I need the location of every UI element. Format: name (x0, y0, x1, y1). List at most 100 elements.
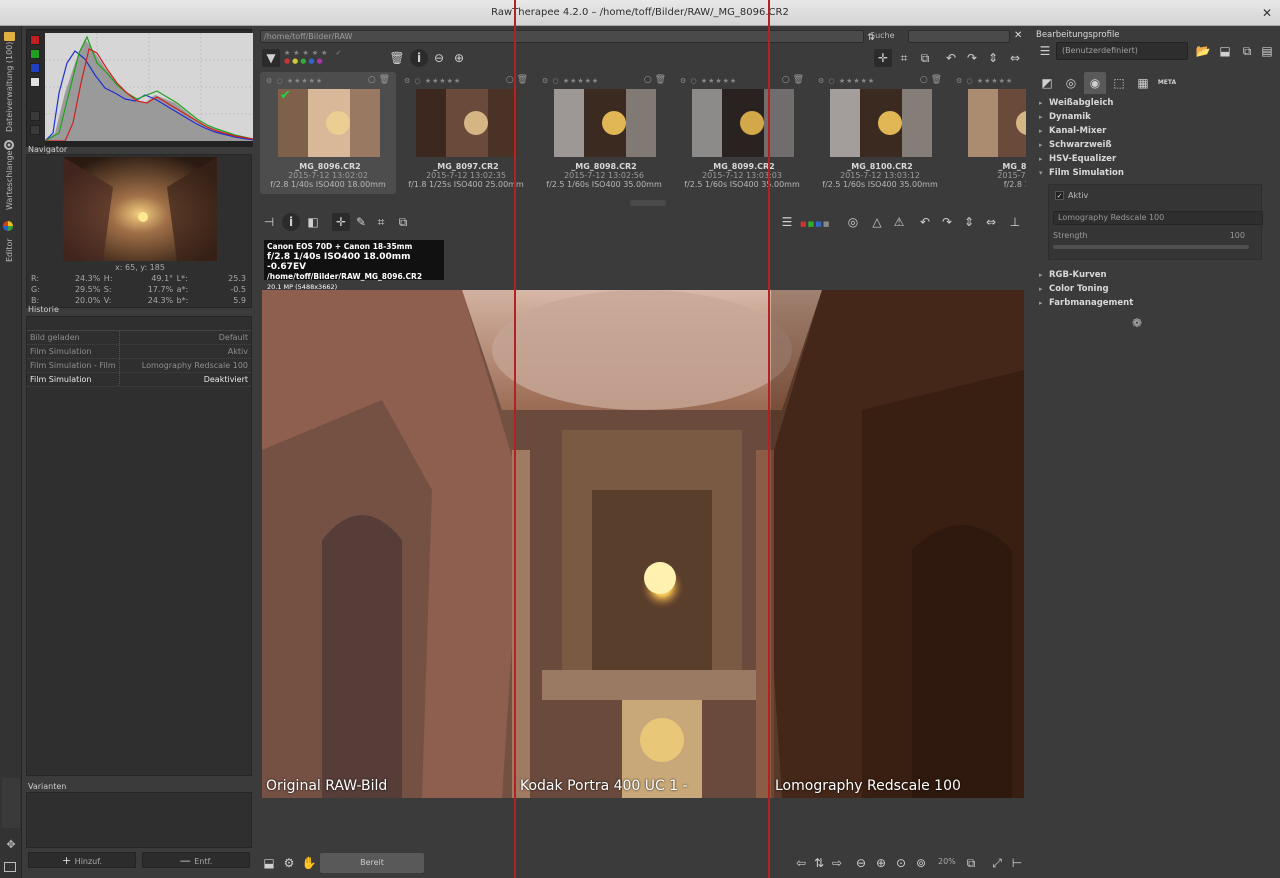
info-icon[interactable]: i (410, 49, 428, 67)
rotate-right-icon[interactable]: ↷ (963, 49, 981, 67)
thumbnail[interactable]: ⚙ ○ ★★★★★○ 🗑_MG_8102015-7-12f/2.8 1/ (950, 72, 1026, 194)
thumbnail[interactable]: ⚙ ○ ★★★★★ ○ 🗑 _MG_8098.CR2 2015-7-12 13:02:… (536, 72, 672, 194)
tool-expander[interactable]: RGB-Kurven (1036, 268, 1276, 282)
red-channel-toggle[interactable] (30, 35, 40, 45)
histogram-raw-toggle[interactable] (30, 111, 40, 121)
hide-right-panel-icon[interactable]: ⊢ (1008, 854, 1026, 872)
luminance-toggle[interactable] (30, 77, 40, 87)
detail-tab-icon[interactable]: ◎ (1060, 72, 1082, 94)
tool-expander[interactable]: Kanal-Mixer (1036, 124, 1276, 138)
trash-icon[interactable]: ○ 🗑 (506, 75, 528, 85)
focus-mask-icon[interactable]: ◎ (844, 213, 862, 231)
before-after-icon[interactable]: ◧ (304, 213, 322, 231)
fullscreen-icon[interactable] (2, 860, 20, 874)
flip-vertical-icon[interactable]: ⇕ (960, 213, 978, 231)
star-filter[interactable]: ★★★★★ ✓ ●●●●● (284, 49, 384, 67)
queue-icon[interactable]: ⚙ (280, 854, 298, 872)
remove-variant-button[interactable]: — Entf. (142, 852, 250, 868)
search-input[interactable] (908, 30, 1010, 43)
path-input[interactable]: /home/toff/Bilder/RAW (260, 30, 864, 43)
histogram-bar-toggle[interactable] (30, 125, 40, 135)
tab-editor[interactable]: Editor (2, 234, 20, 264)
zoom-100-icon[interactable]: ⊚ (912, 854, 930, 872)
metadata-tab-icon[interactable]: META (1156, 72, 1178, 94)
film-select[interactable]: Lomography Redscale 100 (1053, 211, 1263, 225)
zoom-fit-icon[interactable]: ⊙ (892, 854, 910, 872)
raw-tab-icon[interactable]: ▦ (1132, 72, 1154, 94)
thumbnail[interactable]: ⚙ ○ ★★★★★ ○ 🗑 ✔ _MG_8096.CR2 2015-7-12 13:02… (260, 72, 396, 194)
clear-search-icon[interactable]: ✕ (1014, 30, 1022, 41)
info-icon[interactable]: i (282, 213, 300, 231)
white-balance-picker-icon[interactable]: ✎ (352, 213, 370, 231)
paste-profile-icon[interactable]: ▤ (1258, 42, 1276, 60)
edit-external-icon[interactable]: ✋ (300, 854, 318, 872)
hide-left-panel-icon[interactable]: ⊣ (260, 213, 278, 231)
rating-stars[interactable]: ⚙ ○ ★★★★★ (818, 77, 875, 85)
save-icon[interactable]: ⬓ (260, 854, 278, 872)
trash-icon[interactable]: 🗑 (388, 49, 406, 67)
trash-icon[interactable]: ○ 🗑 (920, 75, 942, 85)
transform-tab-icon[interactable]: ⬚ (1108, 72, 1130, 94)
rating-stars[interactable]: ⚙ ○ ★★★★★ (266, 77, 323, 85)
color-wheel-icon[interactable] (2, 220, 20, 232)
zoom-out-icon[interactable]: ⊖ (430, 49, 448, 67)
panel-split-handle[interactable] (630, 200, 666, 206)
tool-expander[interactable]: Farbmanagement (1036, 296, 1276, 310)
sync-icon[interactable]: ⇅ (810, 854, 828, 872)
straighten-icon[interactable]: ⧉ (394, 213, 412, 231)
load-profile-icon[interactable]: 📂 (1194, 42, 1212, 60)
history-row[interactable]: Film Simulation Deaktiviert (27, 373, 251, 387)
add-variant-button[interactable]: + Hinzuf. (28, 852, 136, 868)
zoom-in-icon[interactable]: ⊕ (872, 854, 890, 872)
folder-icon[interactable] (2, 30, 20, 42)
color-tab-icon[interactable]: ◉ (1084, 72, 1106, 94)
history-row[interactable]: Film Simulation - Film Lomography Redscal… (27, 359, 251, 373)
rotate-left-icon[interactable]: ↶ (916, 213, 934, 231)
rotate-left-icon[interactable]: ↶ (942, 49, 960, 67)
strength-slider[interactable] (1053, 245, 1249, 249)
flip-vertical-icon[interactable]: ⇕ (984, 49, 1002, 67)
tool-expander[interactable]: HSV-Equalizer (1036, 152, 1276, 166)
profile-select[interactable]: (Benutzerdefiniert) (1056, 42, 1188, 60)
tool-expander[interactable]: Film Simulation (1036, 166, 1276, 180)
rating-stars[interactable]: ⚙ ○ ★★★★★ (680, 77, 737, 85)
strength-value[interactable]: 100 (1230, 231, 1245, 240)
next-image-icon[interactable]: ⇨ (828, 854, 846, 872)
resize-icon[interactable]: ⧉ (916, 49, 934, 67)
zoom-in-icon[interactable]: ⊕ (450, 49, 468, 67)
move-icon[interactable]: ✥ (2, 838, 20, 852)
zoom-out-icon[interactable]: ⊖ (852, 854, 870, 872)
rating-stars[interactable]: ⚙ ○ ★★★★★ (956, 77, 1013, 85)
history-row[interactable]: Film Simulation Aktiv (27, 345, 251, 359)
trash-icon[interactable]: ○ 🗑 (644, 75, 666, 85)
hand-tool-icon[interactable]: ✛ (332, 213, 350, 231)
copy-profile-icon[interactable]: ⧉ (1238, 42, 1256, 60)
tool-expander[interactable]: Color Toning (1036, 282, 1276, 296)
close-icon[interactable]: ✕ (1262, 0, 1272, 26)
tab-queue[interactable]: Warteschlange (2, 151, 20, 212)
rotate-right-icon[interactable]: ↷ (938, 213, 956, 231)
history-row[interactable]: Bild geladen Default (27, 331, 251, 345)
trash-icon[interactable]: ○ 🗑 (368, 75, 390, 85)
green-channel-toggle[interactable] (30, 49, 40, 59)
save-profile-icon[interactable]: ⬓ (1216, 42, 1234, 60)
flip-horizontal-icon[interactable]: ⇔ (1006, 49, 1024, 67)
crop-tool-icon[interactable]: ⌗ (372, 213, 390, 231)
exposure-tab-icon[interactable]: ◩ (1036, 72, 1058, 94)
film-simulation-enable[interactable]: ✓ Aktiv (1055, 191, 1088, 200)
highlight-clipping-icon[interactable]: ⚠ (890, 213, 908, 231)
filter-icon[interactable]: ▼ (262, 49, 280, 67)
thumbnail[interactable]: ⚙ ○ ★★★★★ ○ 🗑 _MG_8099.CR2 2015-7-12 13:03:… (674, 72, 810, 194)
rating-stars[interactable]: ⚙ ○ ★★★★★ (404, 77, 461, 85)
trash-icon[interactable]: ○ 🗑 (782, 75, 804, 85)
hide-top-panel-icon[interactable]: ⊥ (1006, 213, 1024, 231)
preview-mode-icon[interactable]: ☰ (778, 213, 796, 231)
tool-expander[interactable]: Schwarzweiß (1036, 138, 1276, 152)
tool-expander[interactable]: Dynamik (1036, 110, 1276, 124)
checkbox-icon[interactable]: ✓ (1055, 191, 1064, 200)
shadow-clipping-icon[interactable]: △ (868, 213, 886, 231)
tab-file-browser[interactable]: Dateiverwaltung (100) (2, 42, 20, 136)
navigator-thumbnail[interactable] (63, 157, 217, 261)
thumbnail[interactable]: ⚙ ○ ★★★★★ ○ 🗑 _MG_8100.CR2 2015-7-12 13:03:… (812, 72, 948, 194)
blue-channel-toggle[interactable] (30, 63, 40, 73)
